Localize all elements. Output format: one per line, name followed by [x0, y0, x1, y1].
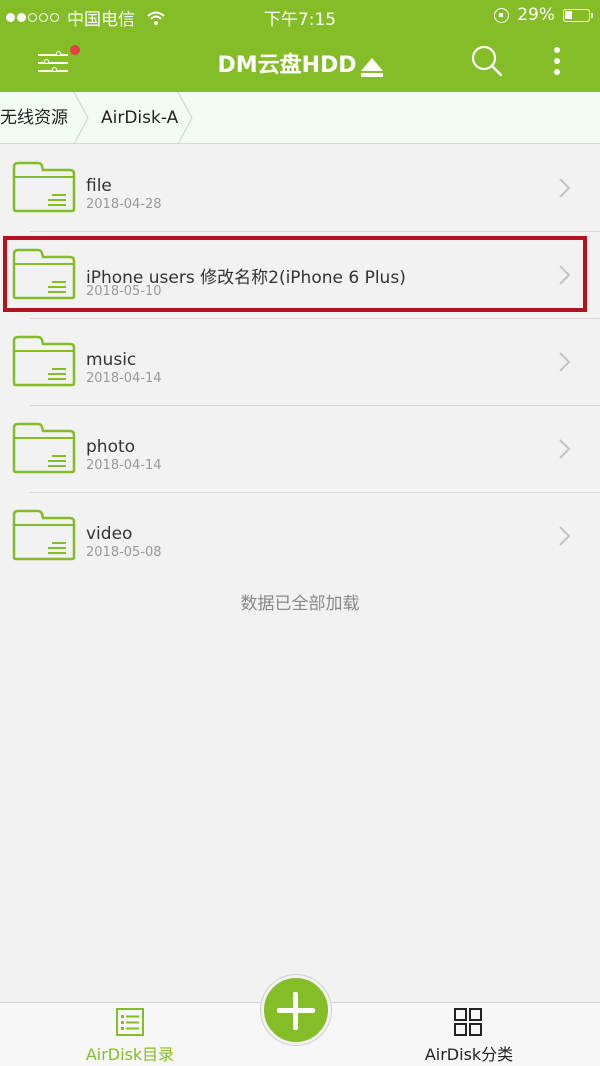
load-status: 数据已全部加载: [240, 594, 360, 614]
folder-icon: [12, 509, 76, 561]
file-date: 2018-04-14: [86, 371, 162, 386]
tab-label: AirDisk分类: [424, 1045, 514, 1064]
folder-icon: [12, 161, 76, 213]
folder-icon: [12, 422, 76, 474]
file-name: photo: [86, 437, 136, 457]
search-icon[interactable]: [470, 44, 504, 78]
folder-icon: [12, 248, 76, 300]
list-item[interactable]: music 2018-04-14: [0, 319, 600, 406]
file-date: 2018-04-14: [86, 458, 162, 473]
chevron-right-icon: [559, 526, 571, 546]
breadcrumb-separator-icon: [177, 92, 193, 144]
battery-percent: 29%: [517, 5, 555, 25]
list-item[interactable]: iPhone users 修改名称2(iPhone 6 Plus) 2018-0…: [0, 232, 600, 319]
add-button[interactable]: [261, 975, 331, 1045]
app-header: DM云盘HDD: [0, 30, 600, 92]
file-name: file: [86, 176, 112, 196]
folder-icon: [12, 335, 76, 387]
eject-icon: [360, 58, 383, 77]
breadcrumb-separator-icon: [73, 92, 89, 144]
file-date: 2018-05-08: [86, 545, 162, 560]
chevron-right-icon: [559, 178, 571, 198]
file-name: music: [86, 350, 137, 370]
tab-airdisk-category[interactable]: AirDisk分类: [379, 1003, 559, 1066]
breadcrumb-item-wireless[interactable]: 无线资源: [0, 92, 68, 144]
list-icon: [116, 1008, 144, 1036]
app-title-text: DM云盘HDD: [217, 53, 357, 78]
file-date: 2018-04-28: [86, 197, 162, 212]
app-title[interactable]: DM云盘HDD: [0, 47, 600, 79]
tab-label: AirDisk目录: [85, 1045, 175, 1064]
battery-icon: [563, 8, 593, 22]
file-date: 2018-05-10: [86, 284, 162, 299]
file-name: video: [86, 524, 133, 544]
list-item[interactable]: file 2018-04-28: [0, 145, 600, 232]
breadcrumb-item-airdisk[interactable]: AirDisk-A: [101, 92, 178, 144]
file-list: file 2018-04-28 iPhone users 修改名称2(iPhon…: [0, 145, 600, 580]
chevron-right-icon: [559, 439, 571, 459]
status-bar: 中国电信 下午7:15 29%: [0, 0, 600, 30]
chevron-right-icon: [559, 352, 571, 372]
more-vertical-icon[interactable]: [548, 46, 568, 78]
list-item[interactable]: video 2018-05-08: [0, 493, 600, 580]
status-right: 29%: [494, 5, 593, 25]
breadcrumb: 无线资源 AirDisk-A: [0, 92, 600, 144]
orientation-lock-icon: [494, 7, 510, 23]
chevron-right-icon: [559, 265, 571, 285]
grid-icon: [454, 1008, 482, 1036]
tab-airdisk-directory[interactable]: AirDisk目录: [40, 1003, 220, 1066]
list-item[interactable]: photo 2018-04-14: [0, 406, 600, 493]
